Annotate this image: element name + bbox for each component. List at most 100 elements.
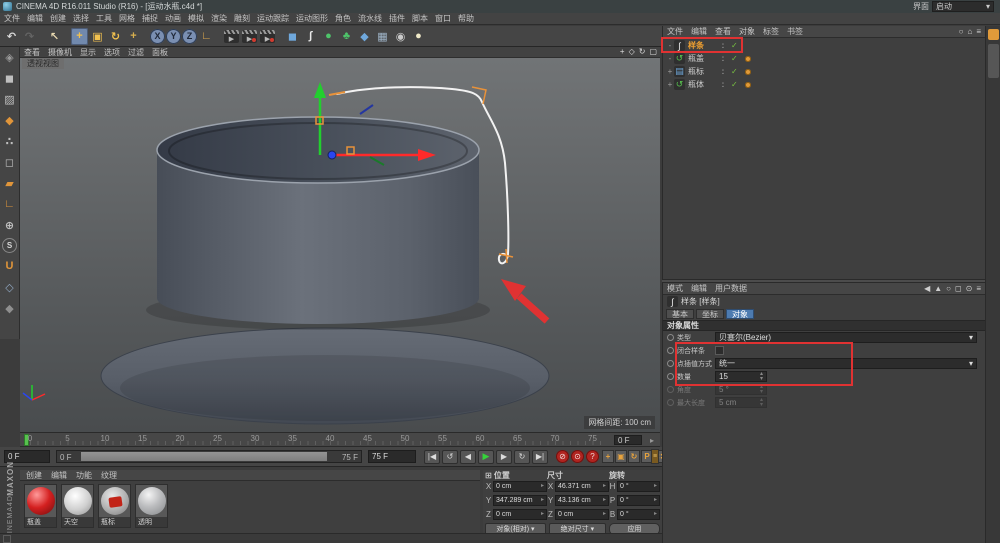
expander-icon[interactable]: - xyxy=(666,41,674,50)
object-manager-menu-item[interactable]: 文件 xyxy=(667,26,683,37)
viewport-menu-item[interactable]: 显示 xyxy=(80,47,96,58)
workplane-mode-icon[interactable]: ◆ xyxy=(2,112,18,128)
menubar-item[interactable]: 插件 xyxy=(389,13,405,24)
home-icon[interactable]: ⌂ xyxy=(967,27,972,36)
material-menu-item[interactable]: 功能 xyxy=(76,470,92,481)
3d-scene[interactable] xyxy=(20,58,660,432)
material-menu-item[interactable]: 纹理 xyxy=(101,470,117,481)
play-backwards-button[interactable]: ↺ xyxy=(442,450,458,464)
coordinate-field[interactable]: 43.136 cm▸ xyxy=(555,495,609,506)
title-bar[interactable]: CINEMA 4D R16.011 Studio (R16) - [运动水瓶.c… xyxy=(0,0,1000,13)
coordinate-field[interactable]: 0 cm▸ xyxy=(555,509,609,520)
primitive-cube-button[interactable]: ◼ xyxy=(284,28,301,45)
anim-dot-icon[interactable] xyxy=(667,373,674,380)
search-icon[interactable]: ○ xyxy=(959,27,964,36)
menubar-item[interactable]: 选择 xyxy=(73,13,89,24)
gizmo-z-handle[interactable] xyxy=(328,151,336,159)
viewport-solo-icon[interactable]: ⊕ xyxy=(2,217,18,233)
key-position-toggle[interactable]: + xyxy=(602,450,614,463)
enable-axis-icon[interactable]: ∟ xyxy=(2,196,18,212)
rotate-tool[interactable]: ↻ xyxy=(107,28,124,45)
magnet-snap-icon[interactable]: U xyxy=(2,258,18,274)
maximize-view-icon[interactable]: ▢ xyxy=(649,47,657,56)
perspective-viewport[interactable]: 查看摄像机显示选项过滤面板 +◇↻▢ 透视视图 xyxy=(20,47,660,432)
deformer-button[interactable]: ◆ xyxy=(356,28,373,45)
menubar-item[interactable]: 模拟 xyxy=(188,13,204,24)
coordinate-system-button[interactable]: ∟ xyxy=(198,28,215,45)
last-used-tool[interactable]: + xyxy=(125,28,142,45)
anim-dot-icon[interactable] xyxy=(667,399,674,406)
coordinate-field[interactable]: 347.289 cm▸ xyxy=(493,495,547,506)
visibility-dots-icon[interactable]: : xyxy=(718,41,728,50)
material-menu-item[interactable]: 创建 xyxy=(26,470,42,481)
visibility-dots-icon[interactable]: : xyxy=(718,67,728,76)
autokey-button[interactable]: ⊙ xyxy=(571,450,584,463)
coordinate-field[interactable]: 0 cm▸ xyxy=(493,509,547,520)
object-manager-menu-item[interactable]: 标签 xyxy=(763,26,779,37)
tab-坐标[interactable]: 坐标 xyxy=(696,309,724,319)
key-rotation-toggle[interactable]: ↻ xyxy=(628,450,640,463)
expander-icon[interactable]: + xyxy=(666,80,674,89)
material-item[interactable]: 瓶盖 xyxy=(24,484,57,528)
viewport-menu-item[interactable]: 过滤 xyxy=(128,47,144,58)
texture-mode-icon[interactable]: ▨ xyxy=(2,91,18,107)
enabled-check-icon[interactable]: ✓ xyxy=(731,80,738,89)
object-manager-menu-item[interactable]: 编辑 xyxy=(691,26,707,37)
menubar-item[interactable]: 窗口 xyxy=(435,13,451,24)
workplane-icon[interactable]: ◇ xyxy=(2,279,18,295)
material-item[interactable]: 天空 xyxy=(61,484,94,528)
material-item[interactable]: 透明 xyxy=(135,484,168,528)
play-button[interactable]: ▶ xyxy=(478,450,494,464)
viewport-tab[interactable]: 透视视图 xyxy=(22,58,64,69)
search-icon[interactable]: ○ xyxy=(946,284,951,293)
light-button[interactable]: ● xyxy=(410,28,427,45)
previous-frame-button[interactable]: ◀ xyxy=(460,450,476,464)
menubar-item[interactable]: 运动跟踪 xyxy=(257,13,289,24)
end-frame-field[interactable]: 75 F xyxy=(368,450,416,463)
layout-dropdown[interactable]: 启动 ▾ xyxy=(932,1,994,12)
menubar-item[interactable]: 工具 xyxy=(96,13,112,24)
timeline-layout-button[interactable]: ≡ xyxy=(651,449,659,464)
record-keyframe-button[interactable]: ⊘ xyxy=(556,450,569,463)
nav-back-icon[interactable]: ◀ xyxy=(924,284,930,293)
viewport-menu-item[interactable]: 面板 xyxy=(152,47,168,58)
polygons-mode-icon[interactable]: ▰ xyxy=(2,175,18,191)
lock-z-button[interactable]: Z xyxy=(182,29,197,44)
make-editable-icon[interactable]: ◈ xyxy=(2,49,18,65)
coordinate-field[interactable]: 0 cm▸ xyxy=(493,481,547,492)
object-manager-menu-item[interactable]: 查看 xyxy=(715,26,731,37)
attribute-number-field[interactable]: 15 xyxy=(715,371,767,382)
enabled-check-icon[interactable]: ✓ xyxy=(731,67,738,76)
menubar-item[interactable]: 创建 xyxy=(50,13,66,24)
menubar-item[interactable]: 运动图形 xyxy=(296,13,328,24)
menubar-item[interactable]: 文件 xyxy=(4,13,20,24)
key-scale-toggle[interactable]: ▣ xyxy=(615,450,627,463)
move-tool[interactable]: + xyxy=(71,28,88,45)
material-tag-icon[interactable] xyxy=(745,69,751,75)
points-mode-icon[interactable]: ∴ xyxy=(2,133,18,149)
loop-button[interactable]: ↻ xyxy=(514,450,530,464)
anim-dot-icon[interactable] xyxy=(667,347,674,354)
object-row[interactable]: -↺瓶盖:✓ xyxy=(663,52,985,65)
anim-dot-icon[interactable] xyxy=(667,386,674,393)
menubar-item[interactable]: 角色 xyxy=(335,13,351,24)
snap-icon[interactable]: S xyxy=(2,238,17,253)
layout-scroll-handle[interactable] xyxy=(988,44,999,78)
subdivision-surface-button[interactable]: ● xyxy=(320,28,337,45)
coordinate-field[interactable]: 0 °▸ xyxy=(617,509,660,520)
model-mode-icon[interactable]: ◼ xyxy=(2,70,18,86)
filter-icon[interactable]: ≡ xyxy=(976,27,981,36)
object-row[interactable]: -∫样条:✓ xyxy=(663,39,985,52)
render-settings-button[interactable]: ▶ xyxy=(259,28,276,45)
preview-range-bar[interactable] xyxy=(81,452,327,461)
material-tag-icon[interactable] xyxy=(745,82,751,88)
attribute-dropdown[interactable]: 贝塞尔(Bezier)▾ xyxy=(715,332,977,343)
edges-mode-icon[interactable]: ◻ xyxy=(2,154,18,170)
material-item[interactable]: 瓶标 xyxy=(98,484,131,528)
spline-pen-button[interactable]: ∫ xyxy=(302,28,319,45)
scale-tool[interactable]: ▣ xyxy=(89,28,106,45)
tab-对象[interactable]: 对象 xyxy=(726,309,754,319)
menubar-item[interactable]: 雕刻 xyxy=(234,13,250,24)
menubar-item[interactable]: 帮助 xyxy=(458,13,474,24)
zoom-view-icon[interactable]: ◇ xyxy=(629,47,635,56)
